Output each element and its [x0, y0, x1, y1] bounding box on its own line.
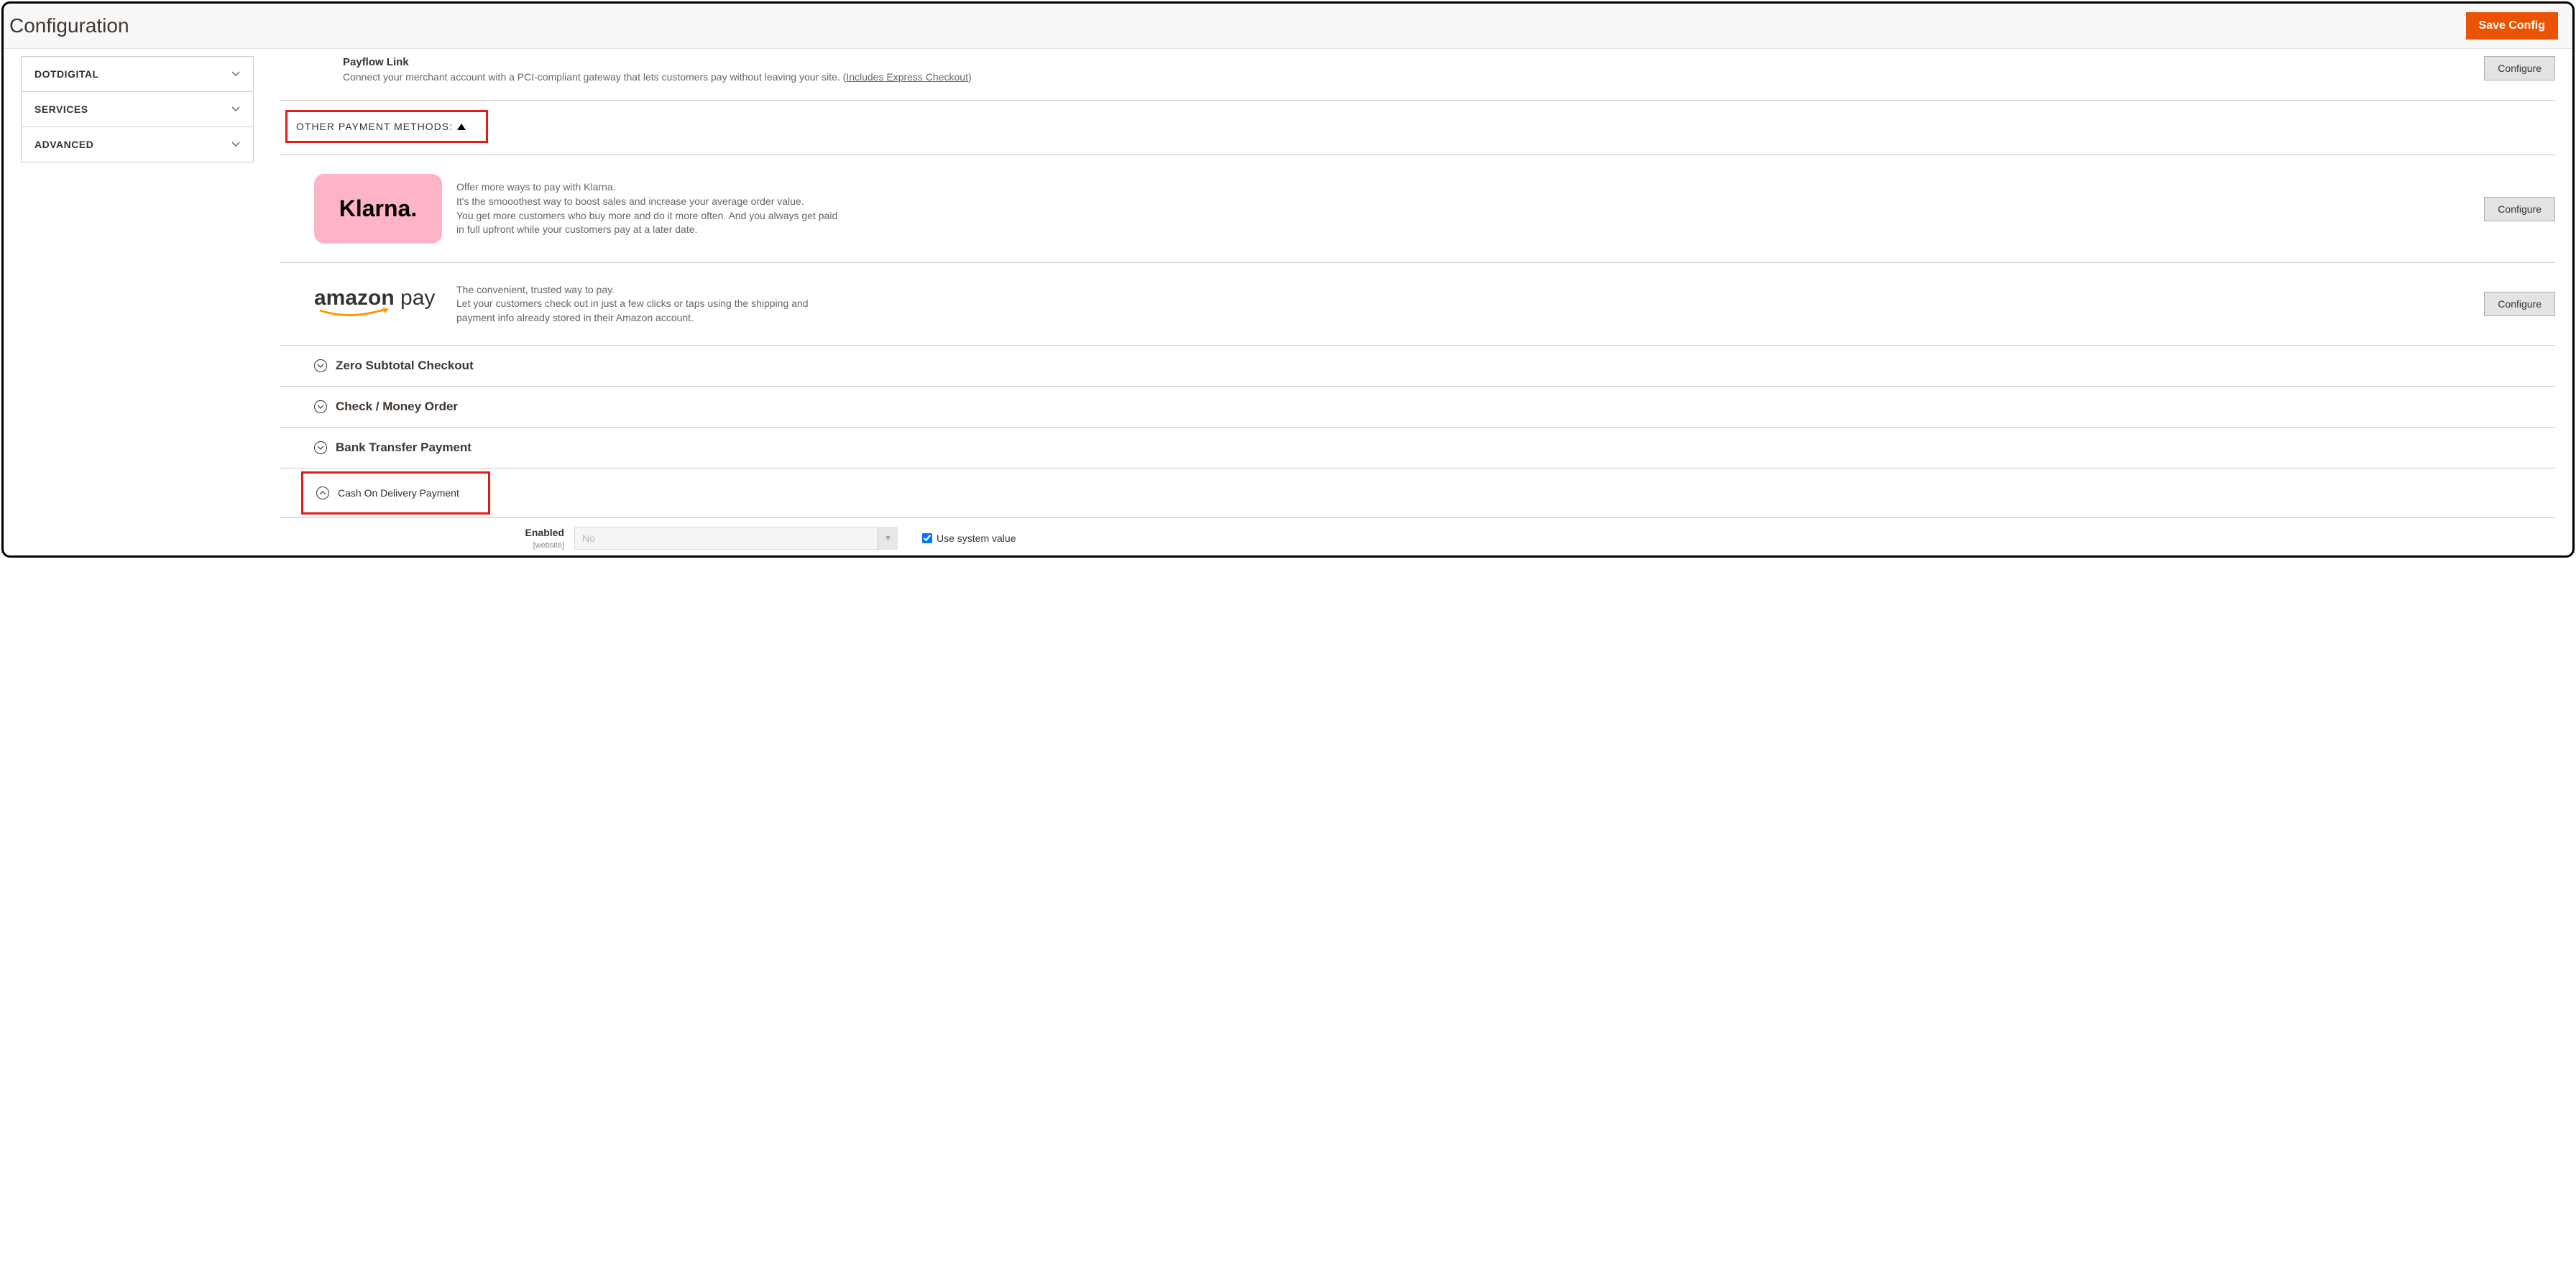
zero-subtotal-label: Zero Subtotal Checkout — [336, 359, 474, 373]
use-system-value-checkbox[interactable] — [922, 533, 932, 543]
chevron-down-icon — [231, 69, 240, 79]
check-money-label: Check / Money Order — [336, 400, 458, 414]
configure-klarna-button[interactable]: Configure — [2484, 197, 2555, 221]
klarna-section: Klarna. Offer more ways to pay with Klar… — [280, 155, 2555, 263]
sidebar-item-label: DOTDIGITAL — [34, 68, 99, 80]
check-money-order-row[interactable]: Check / Money Order — [280, 387, 2555, 428]
sidebar: DOTDIGITAL SERVICES ADVANCED — [4, 49, 262, 555]
sidebar-item-label: ADVANCED — [34, 139, 93, 150]
express-checkout-link[interactable]: Includes Express Checkout — [846, 71, 968, 83]
configure-payflow-button[interactable]: Configure — [2484, 56, 2555, 80]
triangle-up-icon — [457, 124, 466, 130]
enabled-form-row: Enabled [website] No ▼ Use system value — [280, 518, 2555, 555]
expand-down-icon — [314, 441, 327, 454]
sidebar-item-label: SERVICES — [34, 103, 88, 115]
chevron-down-icon — [231, 104, 240, 114]
cod-label: Cash On Delivery Payment — [338, 487, 459, 499]
enabled-select[interactable]: No — [574, 527, 898, 550]
payflow-description: Connect your merchant account with a PCI… — [343, 71, 972, 83]
amazon-pay-section: amazon pay The convenient, trusted way t… — [280, 263, 2555, 346]
sidebar-item-services[interactable]: SERVICES — [21, 92, 254, 127]
sidebar-item-dotdigital[interactable]: DOTDIGITAL — [21, 56, 254, 92]
chevron-down-icon — [231, 139, 240, 149]
klarna-description: Offer more ways to pay with Klarna. It's… — [456, 180, 845, 236]
other-payment-methods-header[interactable]: OTHER PAYMENT METHODS: — [280, 101, 2555, 155]
expand-down-icon — [314, 400, 327, 413]
expand-down-icon — [314, 359, 327, 372]
use-system-value-label: Use system value — [937, 532, 1016, 544]
save-config-button[interactable]: Save Config — [2466, 12, 2558, 40]
page-title: Configuration — [9, 14, 129, 37]
use-system-value-wrap[interactable]: Use system value — [922, 532, 1016, 544]
zero-subtotal-checkout-row[interactable]: Zero Subtotal Checkout — [280, 346, 2555, 387]
configure-amazon-button[interactable]: Configure — [2484, 292, 2555, 316]
enabled-scope: [website] — [533, 541, 564, 550]
payflow-title: Payflow Link — [343, 56, 972, 68]
cash-on-delivery-row[interactable]: Cash On Delivery Payment — [280, 469, 2555, 518]
amazon-pay-logo: amazon pay — [314, 282, 442, 326]
other-payment-methods-label: OTHER PAYMENT METHODS: — [296, 121, 453, 132]
payflow-link-section: Payflow Link Connect your merchant accou… — [280, 56, 2555, 101]
bank-transfer-label: Bank Transfer Payment — [336, 440, 472, 455]
amazon-description: The convenient, trusted way to pay. Let … — [456, 283, 845, 326]
collapse-up-icon — [316, 486, 329, 499]
main-content: Payflow Link Connect your merchant accou… — [262, 49, 2572, 555]
klarna-logo: Klarna. — [314, 174, 442, 244]
bank-transfer-payment-row[interactable]: Bank Transfer Payment — [280, 428, 2555, 469]
sidebar-item-advanced[interactable]: ADVANCED — [21, 127, 254, 162]
page-header: Configuration Save Config — [4, 4, 2572, 49]
enabled-label: Enabled — [280, 527, 564, 538]
